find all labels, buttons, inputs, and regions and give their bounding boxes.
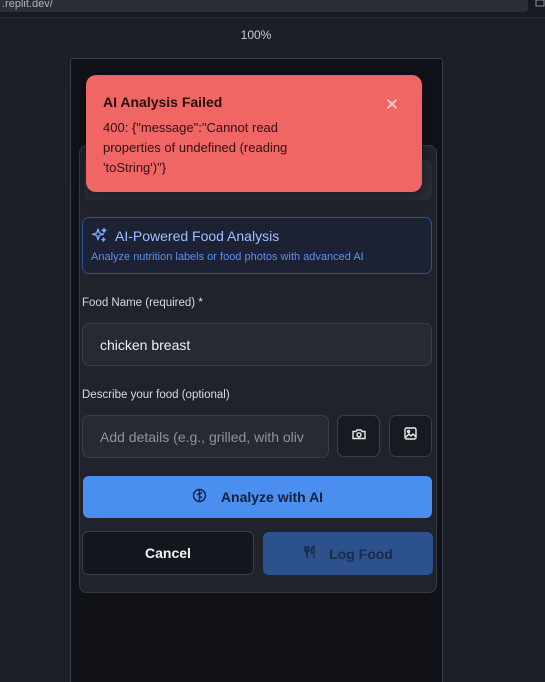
ai-panel-title: AI-Powered Food Analysis: [115, 228, 280, 244]
error-toast: AI Analysis Failed 400: {"message":"Cann…: [86, 75, 422, 192]
ai-analysis-panel: AI-Powered Food Analysis Analyze nutriti…: [82, 217, 432, 274]
address-bar[interactable]: .replit.dev/: [0, 0, 528, 12]
image-icon: [404, 427, 417, 445]
window-controls-icon[interactable]: [535, 0, 545, 10]
cancel-label: Cancel: [145, 545, 191, 561]
food-name-input[interactable]: chicken breast: [82, 323, 432, 366]
log-food-button[interactable]: Log Food: [263, 532, 433, 575]
description-placeholder: Add details (e.g., grilled, with oliv: [100, 428, 304, 445]
cancel-button[interactable]: Cancel: [82, 531, 254, 575]
description-input[interactable]: Add details (e.g., grilled, with oliv: [82, 415, 329, 458]
log-food-label: Log Food: [329, 545, 393, 562]
brain-icon: [192, 488, 207, 506]
toast-message: 400: {"message":"Cannot read properties …: [103, 120, 288, 175]
browser-top-bar: .replit.dev/: [0, 0, 545, 18]
toast-title: AI Analysis Failed: [103, 94, 223, 110]
sparkle-icon: [91, 227, 107, 243]
food-log-dialog: [79, 145, 437, 593]
camera-button[interactable]: [337, 415, 380, 457]
description-label: Describe your food (optional): [82, 389, 230, 401]
food-name-label: Food Name (required) *: [82, 297, 203, 309]
url-text: .replit.dev/: [2, 0, 53, 10]
analyze-with-ai-button[interactable]: Analyze with AI: [83, 476, 432, 518]
utensils-icon: [303, 544, 317, 562]
food-name-value: chicken breast: [100, 336, 191, 353]
zoom-level: 100%: [240, 28, 272, 42]
close-icon[interactable]: [385, 97, 399, 111]
ai-panel-subtitle: Analyze nutrition labels or food photos …: [91, 251, 364, 263]
image-upload-button[interactable]: [389, 415, 432, 457]
analyze-label: Analyze with AI: [220, 489, 324, 505]
camera-icon: [351, 427, 366, 445]
